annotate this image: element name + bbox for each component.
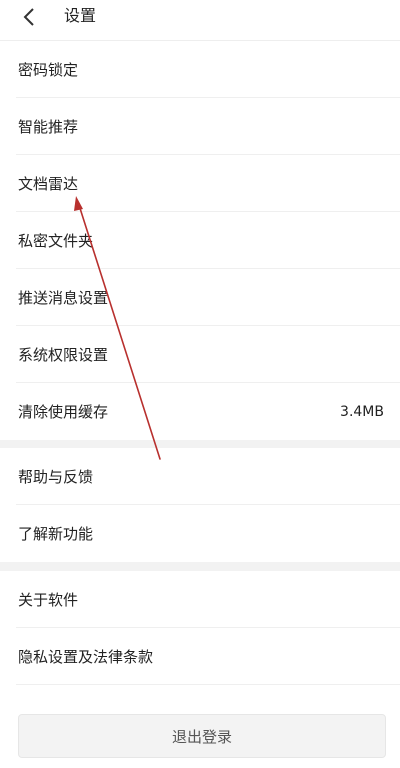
system-permissions-item[interactable]: 系统权限设置 (0, 326, 400, 383)
top-bar: 设置 (0, 0, 400, 41)
item-label: 密码锁定 (18, 61, 79, 79)
logout-button[interactable]: 退出登录 (18, 714, 386, 758)
settings-group-main: 密码锁定 智能推荐 文档雷达 私密文件夹 推送消息设置 系统权限设置 清除使用缓… (0, 41, 400, 440)
item-label: 推送消息设置 (18, 289, 109, 307)
help-feedback-item[interactable]: 帮助与反馈 (0, 448, 400, 505)
about-software-item[interactable]: 关于软件 (0, 571, 400, 628)
settings-group-help: 帮助与反馈 了解新功能 (0, 448, 400, 562)
section-divider (0, 440, 400, 448)
back-button[interactable] (14, 4, 44, 30)
item-label: 了解新功能 (18, 525, 94, 543)
item-label: 私密文件夹 (18, 232, 94, 250)
privacy-legal-item[interactable]: 隐私设置及法律条款 (0, 628, 400, 685)
smart-recommend-item[interactable]: 智能推荐 (0, 98, 400, 155)
new-features-item[interactable]: 了解新功能 (0, 505, 400, 562)
logout-area: 退出登录 (0, 686, 400, 768)
item-label: 文档雷达 (18, 175, 79, 193)
clear-cache-item[interactable]: 清除使用缓存 3.4MB (0, 383, 400, 440)
push-settings-item[interactable]: 推送消息设置 (0, 269, 400, 326)
password-lock-item[interactable]: 密码锁定 (0, 41, 400, 98)
page-title: 设置 (64, 6, 97, 25)
section-divider (0, 562, 400, 571)
item-label: 系统权限设置 (18, 346, 109, 364)
item-label: 帮助与反馈 (18, 468, 94, 486)
item-label: 隐私设置及法律条款 (18, 648, 154, 666)
cache-size-value: 3.4MB (340, 403, 384, 420)
item-label: 关于软件 (18, 591, 79, 609)
chevron-left-icon (23, 8, 34, 26)
private-folder-item[interactable]: 私密文件夹 (0, 212, 400, 269)
item-label: 智能推荐 (18, 118, 79, 136)
item-label: 清除使用缓存 (18, 403, 109, 421)
settings-group-about: 关于软件 隐私设置及法律条款 (0, 571, 400, 685)
document-radar-item[interactable]: 文档雷达 (0, 155, 400, 212)
